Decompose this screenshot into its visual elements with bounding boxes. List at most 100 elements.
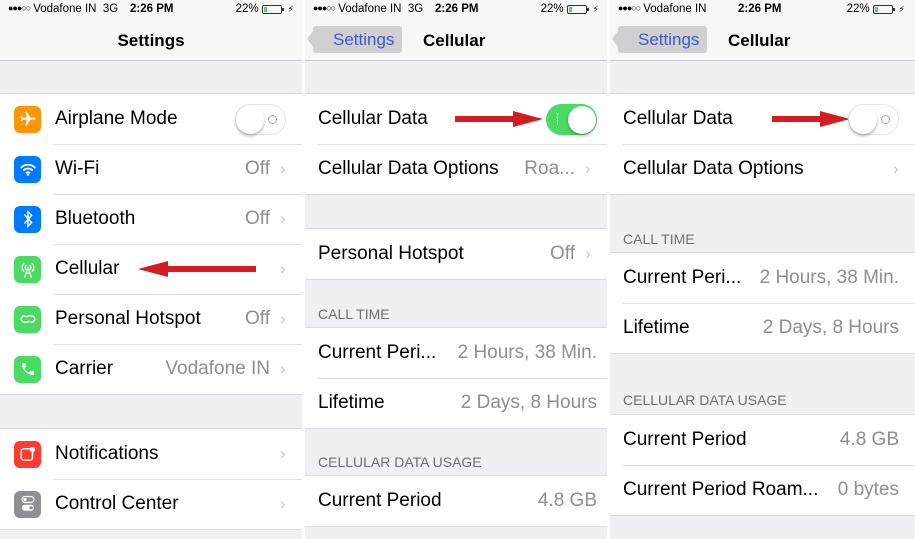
settings-item-personal-hotspot[interactable]: Personal Hotspot Off › bbox=[0, 294, 302, 344]
item-label: Lifetime bbox=[318, 392, 385, 413]
settings-item-cellular[interactable]: Cellular › bbox=[0, 244, 302, 294]
data-usage-group: Current Period 4.8 GB Current Period Roa… bbox=[610, 414, 915, 516]
status-bar: ●●●○○ Vodafone IN 2:26 PM 22% ⚡ bbox=[610, 0, 915, 20]
network-type: 3G bbox=[102, 3, 119, 15]
settings-item-control-center[interactable]: Control Center › bbox=[0, 479, 302, 529]
clock: 2:26 PM bbox=[738, 3, 782, 15]
cellular-data-options-row[interactable]: Cellular Data Options Roa... › bbox=[305, 144, 607, 194]
item-value: 2 Hours, 38 Min. bbox=[759, 267, 899, 288]
section-header-call-time: CALL TIME bbox=[318, 306, 390, 322]
cellular-data-group: Cellular Data Cellular Data Options › bbox=[610, 93, 915, 195]
battery-icon bbox=[261, 4, 284, 14]
annotation-arrow bbox=[772, 111, 850, 127]
chevron-right-icon: › bbox=[280, 359, 286, 378]
settings-group-system: Notifications › Control Center › bbox=[0, 428, 302, 530]
section-header-data-usage: CELLULAR DATA USAGE bbox=[318, 454, 482, 470]
annotation-arrow bbox=[138, 261, 256, 277]
settings-item-bluetooth[interactable]: Bluetooth Off › bbox=[0, 194, 302, 244]
item-label: Cellular Data Options bbox=[318, 158, 499, 179]
back-button[interactable]: Settings bbox=[306, 26, 403, 53]
item-value: Off bbox=[245, 158, 270, 179]
signal-strength-icon: ●●●○○ bbox=[618, 3, 641, 13]
chevron-right-icon: › bbox=[893, 159, 899, 178]
item-label: Lifetime bbox=[623, 317, 690, 338]
item-value: Off bbox=[245, 308, 270, 329]
carrier-name: Vodafone IN bbox=[643, 3, 707, 15]
settings-item-wifi[interactable]: Wi-Fi Off › bbox=[0, 144, 302, 194]
charging-icon: ⚡ bbox=[287, 3, 294, 14]
cellular-data-options-row[interactable]: Cellular Data Options › bbox=[610, 144, 915, 194]
item-label: Personal Hotspot bbox=[318, 243, 464, 264]
clock: 2:26 PM bbox=[435, 3, 479, 15]
call-time-current-period-row: Current Peri... 2 Hours, 38 Min. bbox=[610, 253, 915, 303]
item-label: Notifications bbox=[55, 443, 159, 464]
wifi-icon bbox=[14, 155, 41, 183]
phone-icon bbox=[14, 355, 41, 383]
hotspot-icon bbox=[14, 305, 41, 333]
battery-percent: 22% bbox=[235, 3, 259, 15]
item-label: Current Peri... bbox=[623, 267, 742, 288]
chevron-right-icon: › bbox=[280, 159, 286, 178]
nav-bar: Settings Cellular bbox=[610, 20, 915, 61]
annotation-arrow bbox=[455, 111, 543, 127]
data-usage-current-period-row: Current Period 4.8 GB bbox=[610, 415, 915, 465]
call-time-group: Current Peri... 2 Hours, 38 Min. Lifetim… bbox=[610, 252, 915, 354]
settings-item-airplane-mode[interactable]: Airplane Mode bbox=[0, 94, 302, 144]
settings-item-notifications[interactable]: Notifications › bbox=[0, 429, 302, 479]
nav-bar: Settings bbox=[0, 20, 302, 61]
data-usage-current-period-row: Current Period 4.8 GB bbox=[305, 476, 607, 526]
settings-group-connectivity: Airplane Mode Wi-Fi Off › Bluetooth Off … bbox=[0, 93, 302, 395]
status-bar: ●●●○○ Vodafone IN 3G 2:26 PM 22% ⚡ bbox=[305, 0, 607, 20]
airplane-mode-toggle[interactable] bbox=[235, 104, 286, 135]
cellular-data-toggle[interactable] bbox=[546, 104, 597, 135]
call-time-lifetime-row: Lifetime 2 Days, 8 Hours bbox=[610, 303, 915, 353]
battery-percent: 22% bbox=[540, 3, 564, 15]
item-label: Personal Hotspot bbox=[55, 308, 201, 329]
clock: 2:26 PM bbox=[130, 3, 174, 15]
chevron-right-icon: › bbox=[280, 209, 286, 228]
item-label: Cellular Data bbox=[318, 108, 428, 129]
item-value: 2 Hours, 38 Min. bbox=[457, 342, 597, 363]
cellular-screen-data-on: ●●●○○ Vodafone IN 3G 2:26 PM 22% ⚡ Setting… bbox=[305, 0, 607, 539]
notifications-icon bbox=[14, 440, 41, 468]
battery-icon bbox=[872, 4, 895, 14]
cellular-data-group: Cellular Data Cellular Data Options Roa.… bbox=[305, 93, 607, 195]
cellular-data-toggle[interactable] bbox=[848, 104, 899, 135]
signal-strength-icon: ●●●○○ bbox=[8, 3, 31, 13]
charging-icon: ⚡ bbox=[898, 3, 905, 14]
item-label: Current Period Roam... bbox=[623, 479, 819, 500]
item-label: Bluetooth bbox=[55, 208, 136, 229]
item-label: Control Center bbox=[55, 493, 179, 514]
call-time-lifetime-row: Lifetime 2 Days, 8 Hours bbox=[305, 378, 607, 428]
data-usage-group: Current Period 4.8 GB bbox=[305, 475, 607, 527]
item-label: Carrier bbox=[55, 358, 114, 379]
item-label: Wi-Fi bbox=[55, 158, 100, 179]
item-value: Vodafone IN bbox=[165, 358, 270, 379]
back-button[interactable]: Settings bbox=[611, 26, 708, 53]
carrier-name: Vodafone IN bbox=[338, 3, 402, 15]
settings-screen: ●●●○○ Vodafone IN 3G 2:26 PM 22% ⚡ Setting… bbox=[0, 0, 302, 539]
chevron-right-icon: › bbox=[280, 494, 286, 513]
item-value: Off bbox=[550, 243, 575, 264]
call-time-current-period-row: Current Peri... 2 Hours, 38 Min. bbox=[305, 328, 607, 378]
page-title: Cellular bbox=[728, 31, 791, 50]
chevron-right-icon: › bbox=[280, 259, 286, 278]
chevron-right-icon: › bbox=[585, 244, 591, 263]
carrier-name: Vodafone IN bbox=[33, 3, 97, 15]
item-value: 2 Days, 8 Hours bbox=[762, 317, 899, 338]
item-label: Cellular Data Options bbox=[623, 158, 804, 179]
item-label: Cellular Data bbox=[623, 108, 733, 129]
signal-strength-icon: ●●●○○ bbox=[313, 3, 336, 13]
item-value: Roa... bbox=[524, 158, 575, 179]
cellular-data-row: Cellular Data bbox=[610, 94, 915, 144]
personal-hotspot-row[interactable]: Personal Hotspot Off › bbox=[305, 229, 607, 279]
settings-item-carrier[interactable]: Carrier Vodafone IN › bbox=[0, 344, 302, 394]
nav-bar: Settings Cellular bbox=[305, 20, 607, 61]
hotspot-group: Personal Hotspot Off › bbox=[305, 228, 607, 280]
data-usage-roaming-row: Current Period Roam... 0 bytes bbox=[610, 465, 915, 515]
bluetooth-icon bbox=[14, 205, 41, 233]
airplane-icon bbox=[14, 105, 41, 133]
cellular-antenna-icon bbox=[14, 255, 41, 283]
battery-icon bbox=[566, 4, 589, 14]
battery-percent: 22% bbox=[846, 3, 870, 15]
